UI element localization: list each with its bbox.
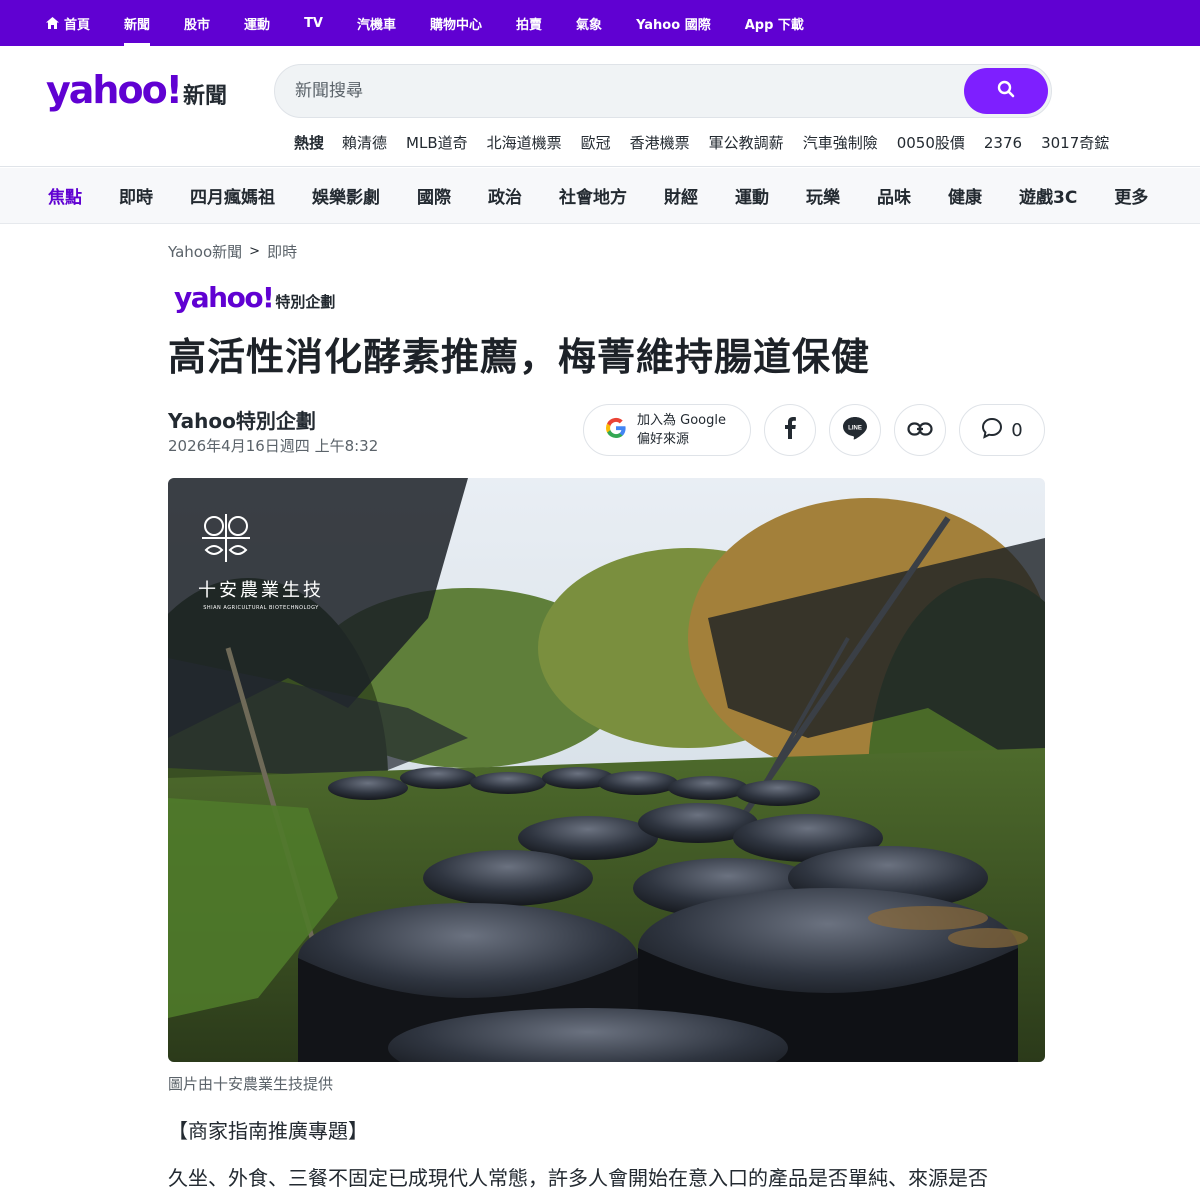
trending-item[interactable]: 0050股價: [897, 132, 965, 153]
article-date: 2026年4月16日週四 上午8:32: [168, 437, 379, 455]
article-paragraph: 久坐、外食、三餐不固定已成現代人常態，許多人會開始在意入口的產品是否單純、來源是…: [168, 1166, 988, 1190]
google-icon: [604, 416, 628, 444]
category-navigation: 焦點 即時 四月瘋媽祖 娛樂影劇 國際 政治 社會地方 財經 運動 玩樂 品味 …: [0, 168, 1200, 224]
topnav-home-label: 首頁: [64, 17, 91, 33]
logo-suffix: 新聞: [183, 84, 228, 109]
breadcrumb-current[interactable]: 即時: [267, 241, 297, 262]
trending-label: 熱搜: [294, 134, 325, 152]
category-finance[interactable]: 財經: [664, 183, 698, 208]
brand-logo-icon: [196, 508, 326, 568]
category-health[interactable]: 健康: [948, 183, 982, 208]
category-society[interactable]: 社會地方: [559, 183, 627, 208]
category-focus[interactable]: 焦點: [48, 183, 82, 208]
trending-item[interactable]: 歐冠: [581, 132, 611, 153]
home-icon: [46, 17, 59, 29]
comments-button[interactable]: 0: [959, 404, 1045, 456]
breadcrumb-separator-icon: >: [249, 244, 261, 259]
breadcrumb-home[interactable]: Yahoo新聞: [168, 241, 242, 262]
topnav-app-download[interactable]: App 下載: [745, 0, 804, 46]
brand-suffix: 特別企劃: [275, 293, 336, 311]
topnav-home[interactable]: 首頁: [46, 0, 90, 46]
trending-item[interactable]: 汽車強制險: [803, 132, 878, 153]
trending-item[interactable]: 軍公教調薪: [709, 132, 784, 153]
top-navigation-bar: 首頁 新聞 股市 運動 TV 汽機車 購物中心 拍賣 氣象 Yahoo 國際 A…: [0, 0, 1200, 46]
topnav-weather[interactable]: 氣象: [576, 0, 602, 46]
article-headline: 高活性消化酵素推薦，梅菁維持腸道保健: [168, 335, 871, 379]
share-line-button[interactable]: LINE: [829, 404, 881, 456]
article-author[interactable]: Yahoo特別企劃: [168, 405, 316, 434]
category-travel[interactable]: 玩樂: [806, 183, 840, 208]
trending-item[interactable]: 香港機票: [630, 132, 690, 153]
category-latest[interactable]: 即時: [119, 183, 153, 208]
topnav-yahoo-intl[interactable]: Yahoo 國際: [636, 0, 711, 46]
trending-item[interactable]: 2376: [984, 134, 1022, 152]
category-entertainment[interactable]: 娛樂影劇: [312, 183, 380, 208]
category-mazu[interactable]: 四月瘋媽祖: [190, 183, 275, 208]
topnav-tv[interactable]: TV: [304, 0, 323, 46]
section-tag: 【商家指南推廣專題】: [168, 1119, 368, 1143]
google-source-line2: 偏好來源: [637, 432, 690, 447]
svg-text:LINE: LINE: [848, 426, 862, 432]
topnav-auction[interactable]: 拍賣: [516, 0, 542, 46]
breadcrumb: Yahoo新聞 > 即時: [168, 241, 297, 262]
yahoo-news-logo[interactable]: yahoo! 新聞: [46, 68, 227, 112]
topnav-shopping[interactable]: 購物中心: [430, 0, 482, 46]
trending-item[interactable]: MLB道奇: [406, 132, 468, 153]
special-feature-logo: yahoo! 特別企劃: [174, 281, 335, 314]
search-bar: [274, 64, 1052, 118]
comment-bubble-icon: [981, 417, 1003, 444]
copy-link-button[interactable]: [894, 404, 946, 456]
topnav-sports[interactable]: 運動: [244, 0, 270, 46]
search-input[interactable]: [295, 65, 955, 117]
google-source-text: 加入為 Google 偏好來源: [637, 411, 726, 449]
watermark-text: 十安農業生技: [198, 580, 324, 601]
logo-wordmark: yahoo!: [46, 68, 183, 112]
category-sports[interactable]: 運動: [735, 183, 769, 208]
trending-item[interactable]: 賴清德: [342, 132, 387, 153]
brand-wordmark: yahoo!: [174, 281, 275, 314]
google-source-line1: 加入為 Google: [637, 413, 726, 428]
search-button[interactable]: [964, 68, 1048, 114]
category-international[interactable]: 國際: [417, 183, 451, 208]
watermark-subtext: SHIAN AGRICULTURAL BIOTECHNOLOGY: [203, 605, 319, 611]
topnav-autos[interactable]: 汽機車: [357, 0, 396, 46]
facebook-icon: [783, 417, 797, 443]
comment-count: 0: [1011, 419, 1023, 441]
category-politics[interactable]: 政治: [488, 183, 522, 208]
line-icon: LINE: [842, 416, 868, 444]
category-gaming-3c[interactable]: 遊戲3C: [1019, 183, 1077, 208]
search-icon: [997, 80, 1015, 102]
link-icon: [907, 421, 933, 440]
article-hero-image: 十安農業生技 SHIAN AGRICULTURAL BIOTECHNOLOGY: [168, 478, 1045, 1062]
category-more[interactable]: 更多: [1114, 183, 1148, 208]
trending-item[interactable]: 3017奇鋐: [1041, 132, 1109, 153]
trending-item[interactable]: 北海道機票: [487, 132, 562, 153]
category-lifestyle[interactable]: 品味: [877, 183, 911, 208]
image-caption: 圖片由十安農業生技提供: [168, 1075, 334, 1093]
site-header: yahoo! 新聞 熱搜 賴清德 MLB道奇 北海道機票 歐冠 香港機票 軍公教…: [0, 46, 1200, 167]
topnav-news[interactable]: 新聞: [124, 0, 151, 46]
trending-searches: 熱搜 賴清德 MLB道奇 北海道機票 歐冠 香港機票 軍公教調薪 汽車強制險 0…: [294, 132, 1128, 153]
add-google-preferred-source-button[interactable]: 加入為 Google 偏好來源: [583, 404, 751, 456]
image-watermark: 十安農業生技 SHIAN AGRICULTURAL BIOTECHNOLOGY: [196, 508, 326, 611]
topnav-stocks[interactable]: 股市: [184, 0, 210, 46]
share-facebook-button[interactable]: [764, 404, 816, 456]
